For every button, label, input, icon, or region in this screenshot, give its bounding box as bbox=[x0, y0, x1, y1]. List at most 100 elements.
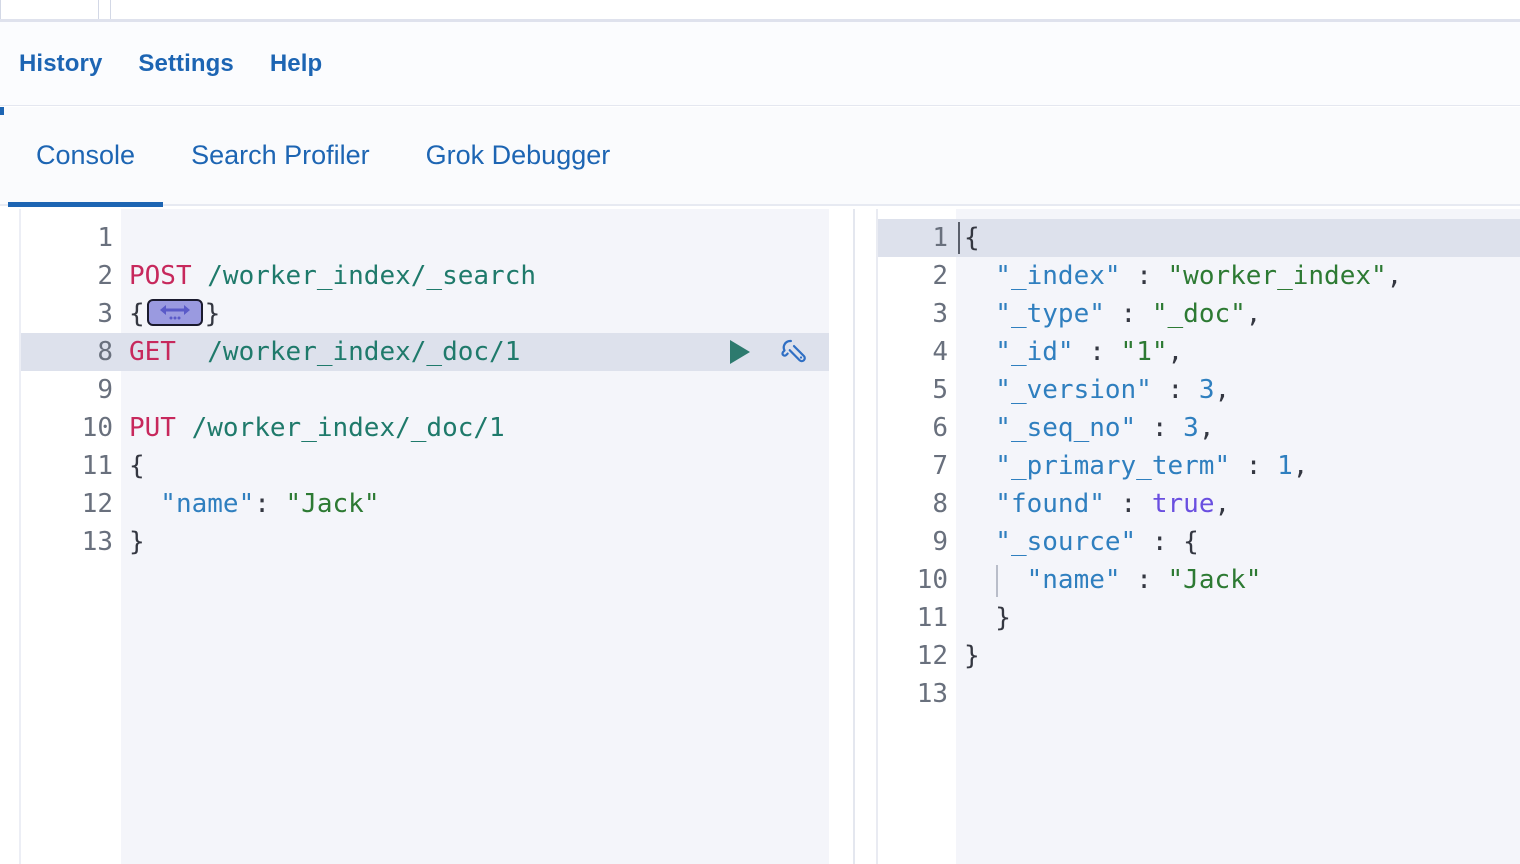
code-token: POST bbox=[129, 261, 192, 291]
code-token: : bbox=[1120, 565, 1168, 595]
tab-bar-edge-marker bbox=[0, 107, 4, 115]
code-token: , bbox=[1167, 337, 1184, 367]
code-line[interactable]: GET /worker_index/_doc/1 bbox=[121, 333, 829, 371]
code-token: "Jack" bbox=[285, 489, 380, 519]
editor-pane-splitter[interactable] bbox=[853, 209, 855, 864]
line-number: 1 bbox=[97, 223, 113, 253]
line-number: 7 bbox=[932, 451, 948, 481]
code-line[interactable] bbox=[121, 219, 829, 257]
line-number: 8 bbox=[932, 489, 948, 519]
code-line[interactable]: { bbox=[956, 219, 1520, 257]
code-token: { bbox=[1183, 527, 1199, 557]
code-token: true bbox=[1151, 489, 1215, 519]
code-line[interactable]: } bbox=[956, 599, 1520, 637]
line-number: 3 bbox=[932, 299, 948, 329]
code-line[interactable] bbox=[956, 675, 1520, 713]
code-line[interactable]: "_id" : "1", bbox=[956, 333, 1520, 371]
code-token: : bbox=[1104, 299, 1152, 329]
code-line[interactable]: "_version" : 3, bbox=[956, 371, 1520, 409]
code-line[interactable]: PUT /worker_index/_doc/1 bbox=[121, 409, 829, 447]
code-line[interactable]: "_source" : { bbox=[956, 523, 1520, 561]
tab-console-label: Console bbox=[36, 140, 136, 170]
dev-tools-menu-bar: History Settings Help bbox=[0, 22, 1520, 106]
code-line[interactable]: { bbox=[121, 447, 829, 485]
line-number: 10 bbox=[81, 413, 113, 443]
code-token: } bbox=[964, 641, 980, 671]
line-number: 12▴ bbox=[878, 637, 967, 675]
code-token: { bbox=[129, 299, 145, 329]
code-line[interactable]: "_seq_no" : 3, bbox=[956, 409, 1520, 447]
code-line[interactable]: POST /worker_index/_search bbox=[121, 257, 829, 295]
response-editor-pane[interactable]: 1▾23456789▾1011▴12▴13 { "_index" : "work… bbox=[876, 209, 1520, 864]
line-number: 3▸ bbox=[21, 295, 132, 333]
line-number: 13 bbox=[916, 679, 948, 709]
code-line[interactable]: "name" : "Jack" bbox=[956, 561, 1520, 599]
line-number: 2 bbox=[932, 261, 948, 291]
code-line[interactable]: {} bbox=[121, 295, 829, 333]
collapsed-fold-widget[interactable] bbox=[146, 299, 203, 326]
response-editor-content[interactable]: { "_index" : "worker_index", "_type" : "… bbox=[956, 209, 1520, 864]
code-token: : bbox=[1151, 375, 1199, 405]
code-token: GET bbox=[129, 337, 176, 367]
code-token: , bbox=[1245, 299, 1262, 329]
code-token: "found" bbox=[964, 489, 1105, 519]
code-token: 3 bbox=[1198, 375, 1215, 405]
code-line[interactable]: } bbox=[956, 637, 1520, 675]
code-line[interactable]: "_primary_term" : 1, bbox=[956, 447, 1520, 485]
code-token: 1 bbox=[1277, 451, 1293, 481]
line-number: 9▾ bbox=[878, 523, 967, 561]
tab-grok-debugger[interactable]: Grok Debugger bbox=[398, 106, 639, 205]
code-token: 3 bbox=[1183, 413, 1199, 443]
menu-item-history[interactable]: History bbox=[19, 50, 102, 78]
request-editor-content[interactable]: POST /worker_index/_search{} GET /worker_… bbox=[121, 209, 829, 864]
code-token: "1" bbox=[1120, 337, 1168, 367]
tab-grok-debugger-label: Grok Debugger bbox=[425, 140, 611, 170]
code-token: "name" bbox=[964, 565, 1121, 595]
code-line[interactable] bbox=[121, 371, 829, 409]
request-line-actions bbox=[727, 333, 809, 371]
tab-console[interactable]: Console bbox=[8, 106, 164, 207]
code-line[interactable]: "name": "Jack" bbox=[121, 485, 829, 523]
menu-item-settings[interactable]: Settings bbox=[138, 50, 233, 78]
indent-guide bbox=[996, 565, 998, 597]
request-editor-pane[interactable]: 123▸891011▾1213▴ POST /worker_index/_sea… bbox=[19, 209, 829, 864]
line-number: 6 bbox=[932, 413, 948, 443]
chrome-divider-mid bbox=[98, 0, 99, 19]
code-line[interactable]: "found" : true, bbox=[956, 485, 1520, 523]
code-token: "name" bbox=[129, 489, 255, 519]
chrome-divider-left bbox=[0, 0, 1, 19]
code-token: } bbox=[129, 527, 145, 557]
text-cursor bbox=[958, 222, 960, 254]
code-token: , bbox=[1386, 261, 1403, 291]
code-token: : bbox=[1136, 413, 1184, 443]
response-editor-gutter[interactable]: 1▾ 2 3 4 5 6 7 8 9▾ 10 11▴12▴ 13 bbox=[878, 209, 967, 864]
code-token: , bbox=[1214, 375, 1231, 405]
code-token: : bbox=[1230, 451, 1278, 481]
tab-search-profiler-label: Search Profiler bbox=[191, 140, 370, 170]
line-number: 4 bbox=[932, 337, 948, 367]
dev-tools-tab-bar: Console Search Profiler Grok Debugger bbox=[0, 106, 1520, 207]
request-editor-gutter[interactable]: 123▸891011▾1213▴ bbox=[21, 209, 132, 864]
code-token: "_seq_no" bbox=[964, 413, 1137, 443]
code-token: : bbox=[1073, 337, 1121, 367]
code-line[interactable]: } bbox=[121, 523, 829, 561]
code-line[interactable]: "_type" : "_doc", bbox=[956, 295, 1520, 333]
code-token: : bbox=[1104, 489, 1152, 519]
play-icon[interactable] bbox=[727, 338, 753, 366]
code-token: } bbox=[204, 299, 221, 329]
wrench-icon[interactable] bbox=[779, 337, 809, 367]
code-token: "_doc" bbox=[1151, 299, 1246, 329]
menu-item-help[interactable]: Help bbox=[270, 50, 322, 78]
code-token: , bbox=[1214, 489, 1231, 519]
code-token: "_source" bbox=[964, 527, 1137, 557]
code-token: /worker_index/_search bbox=[191, 261, 536, 291]
tab-search-profiler[interactable]: Search Profiler bbox=[163, 106, 398, 205]
console-body: 123▸891011▾1213▴ POST /worker_index/_sea… bbox=[0, 209, 1520, 864]
code-token: : bbox=[254, 489, 286, 519]
line-number: 12 bbox=[81, 489, 113, 519]
code-token: PUT bbox=[129, 413, 176, 443]
code-token: "worker_index" bbox=[1167, 261, 1387, 291]
chrome-divider-right bbox=[110, 0, 111, 19]
code-line[interactable]: "_index" : "worker_index", bbox=[956, 257, 1520, 295]
code-token: "_primary_term" bbox=[964, 451, 1231, 481]
